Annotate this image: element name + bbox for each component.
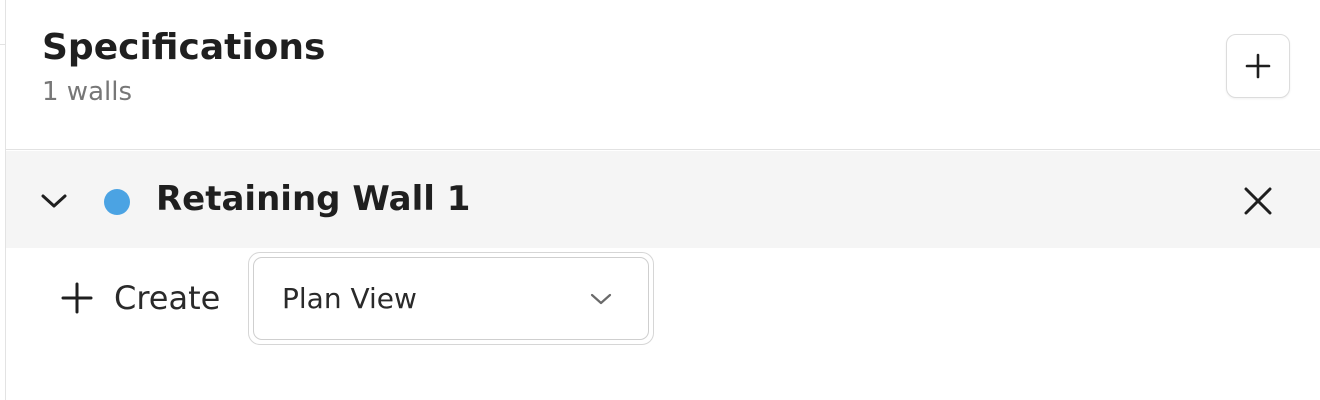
remove-wall-button[interactable] [1238, 181, 1278, 221]
specifications-panel: Specifications 1 walls Retaining Wall 1 [0, 0, 1320, 400]
collapse-wall-button[interactable] [36, 183, 72, 219]
wall-color-indicator [104, 189, 130, 215]
chevron-down-icon [586, 284, 616, 314]
page-title: Specifications [42, 27, 326, 68]
view-type-select-field[interactable]: Plan View [253, 257, 649, 340]
view-type-select[interactable]: Plan View [248, 252, 654, 345]
plus-icon [60, 281, 94, 315]
chevron-down-icon [41, 194, 67, 208]
add-wall-button[interactable] [1226, 34, 1290, 98]
view-type-selected-value: Plan View [282, 282, 417, 315]
wall-count: 1 walls [42, 77, 132, 107]
panel-divider-tick [0, 44, 5, 45]
wall-name: Retaining Wall 1 [156, 179, 471, 219]
create-label: Create [114, 279, 221, 317]
close-icon [1244, 187, 1272, 215]
plus-icon [1245, 53, 1271, 79]
create-button[interactable]: Create [60, 276, 220, 320]
wall-row[interactable]: Retaining Wall 1 [6, 151, 1320, 248]
specifications-header: Specifications 1 walls [6, 0, 1320, 150]
